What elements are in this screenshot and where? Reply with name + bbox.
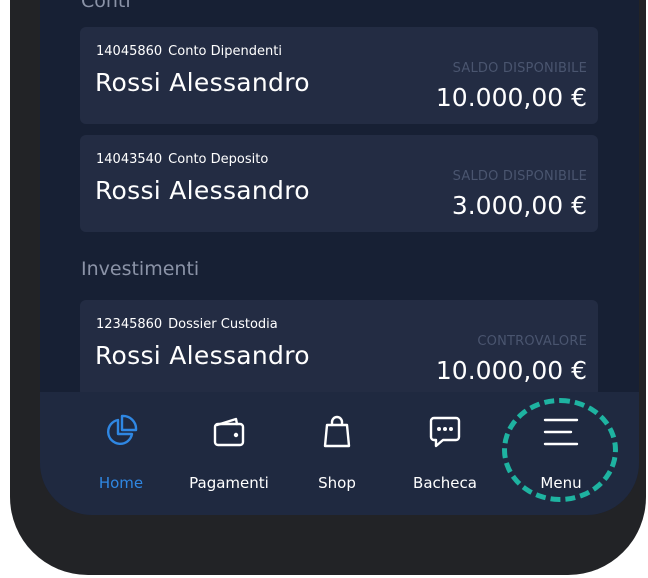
nav-label-pagamenti: Pagamenti — [189, 474, 269, 492]
account-type: Conto Dipendenti — [168, 44, 282, 59]
account-card[interactable]: 14043540 Conto Deposito Rossi Alessandro … — [80, 135, 598, 232]
account-type: Conto Deposito — [168, 152, 269, 167]
investment-card[interactable]: 12345860 Dossier Custodia Rossi Alessandr… — [80, 300, 598, 397]
shopping-bag-icon — [323, 415, 351, 448]
accounts-section-title: Conti — [81, 0, 131, 12]
nav-item-bacheca[interactable]: Bacheca — [390, 392, 500, 502]
nav-label-bacheca: Bacheca — [413, 474, 477, 492]
nav-item-shop[interactable]: Shop — [282, 392, 392, 502]
account-holder: Rossi Alessandro — [95, 68, 310, 97]
menu-highlight-ring — [502, 398, 618, 502]
chat-bubble-icon — [429, 416, 461, 448]
account-number: 14043540 — [96, 152, 163, 167]
bottom-nav: Home Pagamenti Shop Bacheca Menu — [40, 392, 639, 515]
nav-label-home: Home — [98, 474, 144, 492]
investment-number: 12345860 — [96, 317, 163, 332]
wallet-icon — [213, 417, 245, 447]
account-number: 14045860 — [96, 44, 163, 59]
value-label: CONTROVALORE — [477, 334, 587, 349]
pie-chart-icon — [107, 414, 138, 445]
balance-value: 3.000,00 € — [451, 191, 587, 220]
app-screen: Conti 14045860 Conto Dipendenti Rossi Ale… — [40, 0, 639, 515]
nav-label-shop: Shop — [318, 474, 356, 492]
investments-section-title: Investimenti — [81, 258, 200, 280]
account-holder: Rossi Alessandro — [95, 176, 310, 205]
balance-label: SALDO DISPONIBILE — [452, 61, 587, 76]
value-amount: 10.000,00 € — [435, 356, 587, 385]
investment-type: Dossier Custodia — [168, 317, 278, 332]
balance-label: SALDO DISPONIBILE — [452, 169, 587, 184]
account-card[interactable]: 14045860 Conto Dipendenti Rossi Alessandr… — [80, 27, 598, 124]
nav-item-pagamenti[interactable]: Pagamenti — [174, 392, 284, 502]
nav-item-home[interactable]: Home — [66, 392, 176, 502]
balance-value: 10.000,00 € — [435, 83, 587, 112]
investment-holder: Rossi Alessandro — [95, 341, 310, 370]
phone-frame: Conti 14045860 Conto Dipendenti Rossi Ale… — [10, 0, 646, 575]
